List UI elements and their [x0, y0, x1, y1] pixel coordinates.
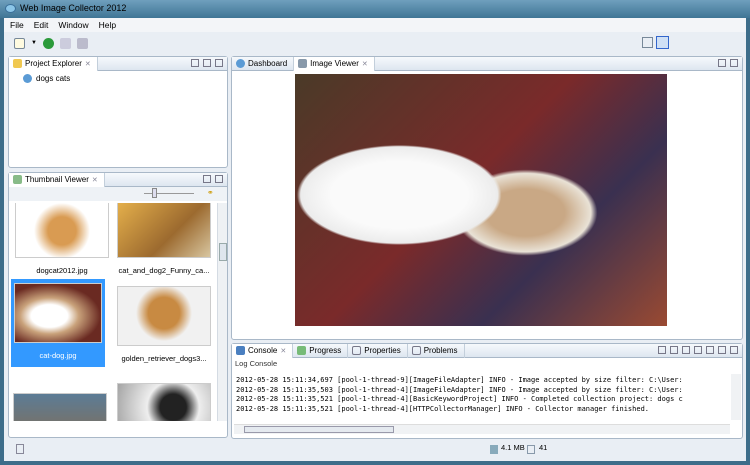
thumbnail-item-selected[interactable]: cat-dog.jpg: [11, 279, 105, 367]
thumbnail-toolbar: ⚭: [9, 187, 227, 201]
clear-console-icon[interactable]: [658, 346, 666, 354]
maximize-icon[interactable]: [215, 175, 223, 183]
minimize-icon[interactable]: [718, 346, 726, 354]
pause-icon[interactable]: [59, 37, 71, 49]
minimize-icon[interactable]: [718, 59, 726, 67]
menu-edit[interactable]: Edit: [34, 20, 49, 30]
run-icon[interactable]: [42, 37, 54, 49]
project-icon: [23, 74, 32, 83]
image-display: [295, 74, 667, 326]
file-count: 41: [539, 443, 548, 452]
tab-label: Dashboard: [248, 59, 288, 68]
thumbnail-item[interactable]: [117, 383, 211, 421]
maximize-icon[interactable]: [730, 346, 738, 354]
status-bar: 4.1 MB 41: [4, 440, 746, 458]
thumbnail-grid: dogcat2012.jpg cat_and_dog2_Funny_ca... …: [9, 203, 217, 421]
tab-thumbnail-viewer[interactable]: Thumbnail Viewer ✕: [9, 172, 105, 187]
tab-label: Project Explorer: [25, 59, 82, 68]
thumbnail-item[interactable]: dogcat2012.jpg: [15, 203, 109, 275]
thumbnail-item[interactable]: golden_retriever_dogs3...: [117, 286, 211, 363]
menu-help[interactable]: Help: [99, 20, 116, 30]
menu-file[interactable]: File: [10, 20, 24, 30]
log-line: 2012-05-28 15:11:35,521 [pool-1-thread-4…: [236, 395, 683, 403]
pin-console-icon[interactable]: [682, 346, 690, 354]
problems-icon: [411, 346, 421, 355]
properties-icon: [352, 346, 362, 355]
console-output: 2012-05-28 15:11:34,697 [pool-1-thread-9…: [232, 374, 730, 418]
menu-bar: File Edit Window Help: [4, 18, 746, 32]
thumbnail-scrollbar[interactable]: [217, 203, 227, 421]
tree-item[interactable]: dogs cats: [9, 71, 227, 86]
window-title: Web Image Collector 2012: [20, 3, 127, 13]
tab-console[interactable]: Console ✕: [232, 343, 294, 358]
editor-panel: Dashboard Image Viewer ✕: [231, 56, 743, 340]
scroll-lock-icon[interactable]: [670, 346, 678, 354]
tab-label: Image Viewer: [310, 59, 359, 68]
close-icon[interactable]: ✕: [362, 60, 368, 68]
dropdown-icon[interactable]: ▼: [31, 40, 37, 46]
tab-label: Problems: [423, 346, 458, 355]
title-bar: Web Image Collector 2012: [0, 0, 750, 18]
fast-view-icon[interactable]: [16, 444, 24, 454]
tab-label: Progress: [309, 346, 342, 355]
console-icon: [236, 346, 245, 355]
new-project-icon[interactable]: [14, 37, 25, 49]
memory-icon: [490, 445, 498, 454]
maximize-icon[interactable]: [215, 59, 223, 67]
close-icon[interactable]: ✕: [280, 347, 286, 355]
zoom-slider-handle[interactable]: [152, 188, 157, 198]
tab-progress[interactable]: Progress: [293, 343, 349, 358]
minimize-icon[interactable]: [203, 175, 211, 183]
tab-properties[interactable]: Properties: [348, 343, 408, 358]
thumbnail-item[interactable]: cat_and_dog2_Funny_ca...: [117, 203, 211, 275]
app-icon: [5, 4, 16, 13]
tab-label: Console: [248, 346, 278, 355]
log-line: 2012-05-28 15:11:35,503 [pool-1-thread-4…: [236, 385, 683, 394]
perspective-icon[interactable]: [642, 37, 653, 48]
open-console-icon[interactable]: [706, 346, 714, 354]
image-icon: [298, 59, 308, 68]
log-line: 2012-05-28 15:11:35,521 [pool-1-thread-4…: [236, 404, 650, 413]
dashboard-icon: [236, 59, 245, 68]
tab-project-explorer[interactable]: Project Explorer ✕: [9, 56, 98, 71]
console-title: Log Console: [235, 359, 278, 368]
console-vscrollbar[interactable]: [731, 374, 741, 420]
thumbnail-viewer-panel: Thumbnail Viewer ✕ ⚭ dogcat2012.jpg cat_…: [8, 172, 228, 438]
close-icon[interactable]: ✕: [85, 60, 91, 68]
console-panel: Console ✕ Progress Properties Problems Lo…: [231, 343, 743, 439]
main-toolbar: ▼: [4, 33, 746, 53]
console-hscrollbar[interactable]: [234, 424, 730, 434]
close-icon[interactable]: ✕: [92, 176, 98, 184]
progress-icon: [297, 346, 307, 355]
stop-icon[interactable]: [76, 37, 88, 49]
thumbnail-item[interactable]: [13, 393, 107, 421]
tab-label: Properties: [364, 346, 401, 355]
tab-dashboard[interactable]: Dashboard: [232, 56, 295, 71]
tree-item-label: dogs cats: [36, 74, 71, 83]
collapse-all-icon[interactable]: [191, 59, 199, 67]
memory-usage: 4.1 MB: [501, 443, 525, 452]
maximize-icon[interactable]: [730, 59, 738, 67]
file-count-icon: [527, 445, 535, 454]
log-line: 2012-05-28 15:11:34,697 [pool-1-thread-9…: [236, 376, 683, 384]
grid-icon: [13, 175, 22, 184]
link-icon[interactable]: ⚭: [207, 188, 214, 197]
tab-image-viewer[interactable]: Image Viewer ✕: [294, 56, 375, 71]
minimize-icon[interactable]: [203, 59, 211, 67]
display-console-icon[interactable]: [694, 346, 702, 354]
tab-label: Thumbnail Viewer: [25, 175, 89, 184]
menu-window[interactable]: Window: [58, 20, 88, 30]
main-window: File Edit Window Help ▼ Project Explorer…: [4, 18, 746, 461]
folder-icon: [13, 59, 22, 68]
tab-problems[interactable]: Problems: [408, 343, 465, 358]
project-explorer-panel: Project Explorer ✕ dogs cats: [8, 56, 228, 168]
perspective-active-icon[interactable]: [656, 36, 669, 49]
